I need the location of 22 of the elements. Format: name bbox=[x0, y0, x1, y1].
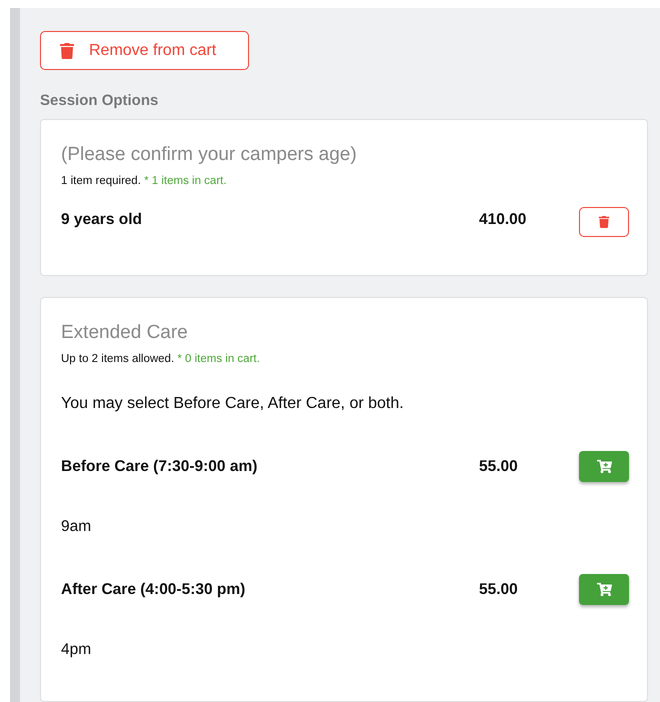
trash-icon bbox=[598, 216, 610, 228]
item-price: 410.00 bbox=[479, 211, 528, 229]
group-rule: Up to 2 items allowed. * 0 items in cart. bbox=[61, 353, 261, 365]
add-to-cart-button[interactable] bbox=[579, 574, 629, 605]
remove-from-cart-button[interactable]: Remove from cart bbox=[40, 31, 249, 70]
item-price: 55.00 bbox=[479, 458, 519, 476]
group-title: Extended Care bbox=[61, 322, 189, 344]
item-detail: 9am bbox=[61, 518, 92, 536]
item-detail: 4pm bbox=[61, 641, 92, 659]
item-name: 9 years old bbox=[61, 211, 143, 229]
item-price: 55.00 bbox=[479, 580, 519, 598]
group-rule: 1 item required. * 1 items in cart. bbox=[61, 175, 228, 187]
group-title: (Please confirm your campers age) bbox=[61, 144, 358, 166]
cart-plus-icon bbox=[596, 459, 612, 474]
cart-plus-icon bbox=[596, 582, 612, 597]
add-to-cart-button[interactable] bbox=[579, 451, 629, 482]
group-intro: You may select Before Care, After Care, or both. bbox=[61, 395, 405, 413]
item-name: Before Care (7:30-9:00 am) bbox=[61, 458, 258, 476]
trash-icon bbox=[59, 42, 75, 58]
remove-item-button[interactable] bbox=[579, 207, 629, 237]
section-title: Session Options bbox=[40, 92, 160, 109]
item-name: After Care (4:00-5:30 pm) bbox=[61, 580, 246, 598]
